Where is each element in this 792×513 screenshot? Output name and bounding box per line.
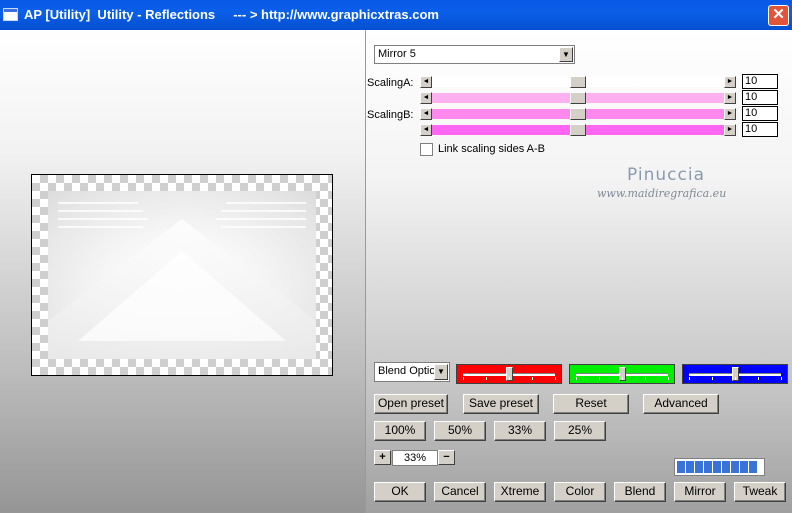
slider-thumb[interactable] — [570, 92, 586, 104]
slider-tick — [532, 377, 533, 380]
link-scaling-checkbox[interactable] — [420, 143, 433, 156]
arrow-left-icon[interactable]: ◄ — [420, 92, 432, 104]
scaling-b2-slider[interactable]: ◄ ► — [420, 124, 736, 136]
arrow-left-icon[interactable]: ◄ — [420, 108, 432, 120]
blend-button[interactable]: Blend — [614, 482, 666, 502]
tweak-button[interactable]: Tweak — [734, 482, 786, 502]
arrow-right-icon[interactable]: ► — [724, 92, 736, 104]
xtreme-button[interactable]: Xtreme — [494, 482, 546, 502]
slider-tick — [735, 377, 736, 380]
red-slider[interactable] — [456, 364, 562, 384]
slider-thumb[interactable] — [570, 124, 586, 136]
slider-tick — [463, 377, 464, 380]
zoom-100-button[interactable]: 100% — [374, 421, 426, 441]
slider-tick — [599, 377, 600, 380]
cancel-button[interactable]: Cancel — [434, 482, 486, 502]
zoom-in-button[interactable]: + — [374, 450, 391, 465]
watermark-url: www.maidiregrafica.eu — [597, 187, 727, 200]
arrow-right-icon[interactable]: ► — [724, 76, 736, 88]
zoom-50-button[interactable]: 50% — [434, 421, 486, 441]
slider-tick — [668, 377, 669, 380]
blend-options-dropdown[interactable]: Blend Optio ▼ — [374, 362, 450, 382]
scaling-b1-value[interactable]: 10 — [742, 106, 778, 121]
green-slider[interactable] — [569, 364, 675, 384]
slider-tick — [509, 377, 510, 380]
reflection-preview-graphic — [48, 202, 316, 359]
close-button[interactable]: ✕ — [768, 5, 789, 26]
reset-button[interactable]: Reset — [553, 394, 629, 414]
zoom-value-field[interactable]: 33% — [392, 450, 438, 466]
arrow-right-icon[interactable]: ► — [724, 108, 736, 120]
save-preset-button[interactable]: Save preset — [463, 394, 539, 414]
progress-segment — [749, 461, 757, 473]
watermark-name: Pinuccia — [627, 165, 705, 185]
preview-pane — [0, 30, 365, 513]
color-button[interactable]: Color — [554, 482, 606, 502]
arrow-right-icon[interactable]: ► — [724, 124, 736, 136]
scaling-b-label: ScalingB: — [367, 109, 414, 121]
arrow-left-icon[interactable]: ◄ — [420, 76, 432, 88]
scaling-a-label: ScalingA: — [367, 77, 414, 89]
title-bar: AP [Utility] Utility - Reflections --- >… — [0, 0, 792, 30]
slider-thumb[interactable] — [570, 108, 586, 120]
zoom-25-button[interactable]: 25% — [554, 421, 606, 441]
progress-segment — [731, 461, 739, 473]
slider-tick — [758, 377, 759, 380]
mode-dropdown[interactable]: Mirror 5 ▼ — [374, 45, 575, 64]
scaling-a1-slider[interactable]: ◄ ► — [420, 76, 736, 88]
progress-segment — [722, 461, 730, 473]
arrow-left-icon[interactable]: ◄ — [420, 124, 432, 136]
slider-tick — [689, 377, 690, 380]
progress-segment — [713, 461, 721, 473]
ok-button[interactable]: OK — [374, 482, 426, 502]
progress-segment — [686, 461, 694, 473]
window-title: AP [Utility] Utility - Reflections --- >… — [24, 7, 439, 22]
slider-tick — [645, 377, 646, 380]
scaling-a1-value[interactable]: 10 — [742, 74, 778, 89]
open-preset-button[interactable]: Open preset — [374, 394, 448, 414]
slider-tick — [486, 377, 487, 380]
slider-tick — [622, 377, 623, 380]
scaling-b2-value[interactable]: 10 — [742, 122, 778, 137]
scaling-b1-slider[interactable]: ◄ ► — [420, 108, 736, 120]
advanced-button[interactable]: Advanced — [643, 394, 719, 414]
scaling-a2-value[interactable]: 10 — [742, 90, 778, 105]
scaling-a2-slider[interactable]: ◄ ► — [420, 92, 736, 104]
slider-tick — [555, 377, 556, 380]
zoom-out-button[interactable]: − — [438, 450, 455, 465]
progress-segment — [704, 461, 712, 473]
chevron-down-icon[interactable]: ▼ — [434, 364, 448, 380]
chevron-down-icon[interactable]: ▼ — [559, 47, 573, 62]
preview-canvas[interactable] — [31, 174, 333, 376]
progress-bar — [674, 458, 765, 476]
blue-slider[interactable] — [682, 364, 788, 384]
preview-image — [48, 191, 316, 359]
slider-tick — [781, 377, 782, 380]
blend-options-value: Blend Optio — [378, 365, 436, 377]
mirror-button[interactable]: Mirror — [674, 482, 726, 502]
window-icon — [3, 8, 18, 21]
slider-tick — [576, 377, 577, 380]
progress-segment — [740, 461, 748, 473]
zoom-33-button[interactable]: 33% — [494, 421, 546, 441]
slider-tick — [712, 377, 713, 380]
mode-dropdown-value: Mirror 5 — [378, 48, 416, 60]
progress-segment — [695, 461, 703, 473]
progress-segment — [677, 461, 685, 473]
slider-thumb[interactable] — [570, 76, 586, 88]
link-scaling-label: Link scaling sides A-B — [438, 143, 545, 155]
